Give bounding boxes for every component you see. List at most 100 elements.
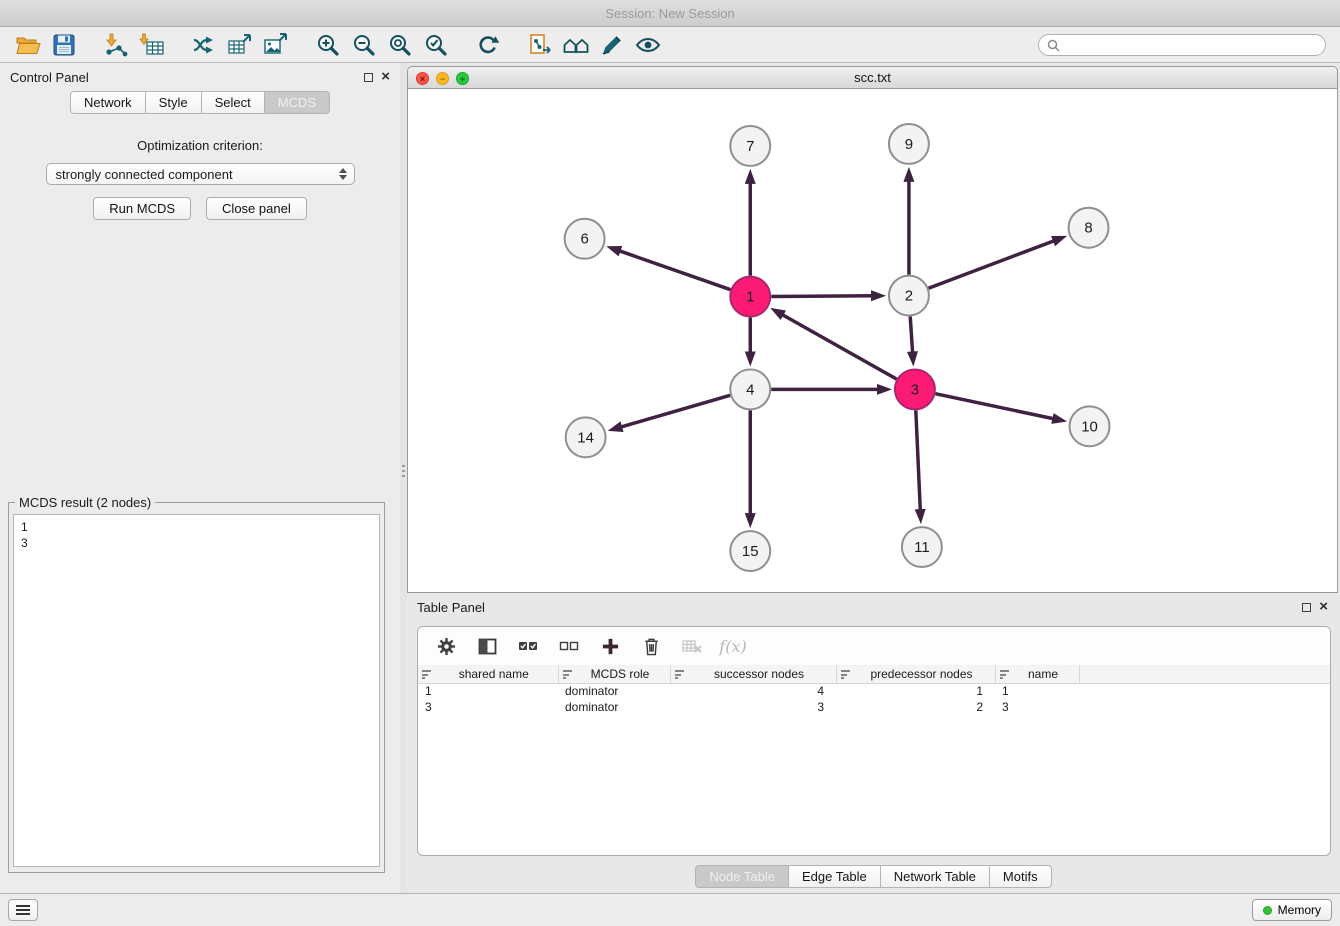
- search-input[interactable]: [1065, 38, 1317, 52]
- column-header-MCDS-role[interactable]: MCDS role: [558, 665, 670, 683]
- first-neighbors-button[interactable]: [558, 30, 594, 60]
- table-cell[interactable]: 1: [418, 683, 558, 699]
- graph-node-4[interactable]: 4: [730, 369, 770, 409]
- graph-node-6[interactable]: 6: [565, 219, 605, 259]
- float-table-panel-icon[interactable]: [1302, 603, 1311, 612]
- graph-edge-4-14[interactable]: [619, 395, 730, 427]
- column-header-shared-name[interactable]: shared name: [418, 665, 558, 683]
- graph-edge-2-3[interactable]: [910, 317, 912, 355]
- graph-edge-3-11[interactable]: [916, 410, 921, 512]
- svg-text:2: 2: [905, 288, 913, 305]
- graph-node-9[interactable]: 9: [889, 124, 929, 164]
- add-column-button[interactable]: [598, 634, 622, 658]
- column-header-successor-nodes[interactable]: successor nodes: [670, 665, 836, 683]
- plus-icon: [601, 637, 620, 656]
- svg-text:14: 14: [577, 429, 594, 446]
- open-session-button[interactable]: [10, 30, 46, 60]
- copy-network-view-button[interactable]: [522, 30, 558, 60]
- graph-edge-1-2[interactable]: [771, 296, 874, 297]
- graph-node-2[interactable]: 2: [889, 276, 929, 316]
- save-session-button[interactable]: [46, 30, 82, 60]
- table-container: f(x) shared nameMCDS rolesuccessor nodes…: [417, 626, 1331, 856]
- function-builder-button[interactable]: f(x): [721, 634, 745, 658]
- memory-button[interactable]: Memory: [1252, 899, 1332, 921]
- tab-network[interactable]: Network: [70, 91, 146, 114]
- minimize-window-icon[interactable]: −: [436, 72, 449, 85]
- graph-node-1[interactable]: 1: [730, 277, 770, 317]
- optimization-select-value: strongly connected component: [56, 167, 233, 182]
- float-panel-icon[interactable]: [364, 73, 373, 82]
- search-field[interactable]: [1038, 34, 1326, 56]
- graph-edge-3-10[interactable]: [935, 394, 1055, 419]
- gear-icon: [437, 637, 456, 656]
- control-panel-title: Control Panel: [10, 70, 89, 85]
- tab-edge-table[interactable]: Edge Table: [788, 865, 881, 888]
- close-panel-icon[interactable]: ×: [381, 72, 390, 82]
- zoom-in-icon: [316, 33, 340, 57]
- network-window-titlebar[interactable]: × − + scc.txt: [407, 66, 1338, 89]
- table-row[interactable]: 1dominator411: [418, 683, 1330, 699]
- apply-style-button[interactable]: [594, 30, 630, 60]
- delete-columns-button[interactable]: [639, 634, 663, 658]
- run-mcds-button[interactable]: Run MCDS: [93, 197, 191, 220]
- graph-node-14[interactable]: 14: [566, 417, 606, 457]
- table-cell[interactable]: 2: [836, 699, 995, 715]
- zoom-selected-button[interactable]: [418, 30, 454, 60]
- graph-node-10[interactable]: 10: [1070, 406, 1110, 446]
- graph-edge-2-8[interactable]: [928, 240, 1055, 288]
- mcds-result-title: MCDS result (2 nodes): [15, 495, 155, 510]
- vertical-splitter[interactable]: [400, 63, 407, 893]
- graph-edge-1-6[interactable]: [618, 250, 731, 290]
- refresh-view-button[interactable]: [470, 30, 506, 60]
- graph-node-7[interactable]: 7: [730, 126, 770, 166]
- network-tools-button[interactable]: [186, 30, 222, 60]
- graph-node-15[interactable]: 15: [730, 531, 770, 571]
- column-header-name[interactable]: name: [995, 665, 1079, 683]
- tab-node-table[interactable]: Node Table: [695, 865, 789, 888]
- show-hide-button[interactable]: [630, 30, 666, 60]
- tab-mcds[interactable]: MCDS: [264, 91, 330, 114]
- close-panel-button[interactable]: Close panel: [206, 197, 307, 220]
- delete-table-button[interactable]: [680, 634, 704, 658]
- import-table-button[interactable]: [134, 30, 170, 60]
- table-settings-button[interactable]: [434, 634, 458, 658]
- table-cell[interactable]: dominator: [558, 699, 670, 715]
- table-cell[interactable]: 3: [995, 699, 1079, 715]
- show-columns-button[interactable]: [475, 634, 499, 658]
- table-cell[interactable]: 1: [836, 683, 995, 699]
- mcds-result-box: MCDS result (2 nodes) 13: [8, 495, 385, 873]
- zoom-fit-button[interactable]: [382, 30, 418, 60]
- mcds-result-list[interactable]: 13: [13, 514, 380, 867]
- graph-node-3[interactable]: 3: [895, 369, 935, 409]
- table-cell[interactable]: 3: [670, 699, 836, 715]
- tab-network-table[interactable]: Network Table: [880, 865, 990, 888]
- graph-node-8[interactable]: 8: [1069, 208, 1109, 248]
- network-canvas[interactable]: 1 2 3 4 6 7 8 9 10 11 14 15: [407, 89, 1338, 593]
- graph-edge-3-1[interactable]: [781, 314, 897, 379]
- graph-node-11[interactable]: 11: [902, 527, 942, 567]
- tab-select[interactable]: Select: [201, 91, 265, 114]
- unselect-all-columns-button[interactable]: [557, 634, 581, 658]
- search-icon: [1047, 39, 1060, 52]
- tab-style[interactable]: Style: [145, 91, 202, 114]
- import-network-button[interactable]: [98, 30, 134, 60]
- select-all-columns-button[interactable]: [516, 634, 540, 658]
- optimization-select[interactable]: strongly connected component: [46, 163, 355, 185]
- import-network-icon: [103, 33, 129, 57]
- table-cell[interactable]: 3: [418, 699, 558, 715]
- close-window-icon[interactable]: ×: [416, 72, 429, 85]
- export-image-button[interactable]: [258, 30, 294, 60]
- table-cell[interactable]: 1: [995, 683, 1079, 699]
- table-cell[interactable]: 4: [670, 683, 836, 699]
- zoom-in-button[interactable]: [310, 30, 346, 60]
- svg-text:7: 7: [746, 138, 754, 155]
- task-history-button[interactable]: [8, 899, 38, 921]
- zoom-out-button[interactable]: [346, 30, 382, 60]
- tab-motifs[interactable]: Motifs: [989, 865, 1052, 888]
- table-row[interactable]: 3dominator323: [418, 699, 1330, 715]
- maximize-window-icon[interactable]: +: [456, 72, 469, 85]
- column-header-predecessor-nodes[interactable]: predecessor nodes: [836, 665, 995, 683]
- export-table-button[interactable]: [222, 30, 258, 60]
- table-cell[interactable]: dominator: [558, 683, 670, 699]
- close-table-panel-icon[interactable]: ×: [1319, 602, 1328, 612]
